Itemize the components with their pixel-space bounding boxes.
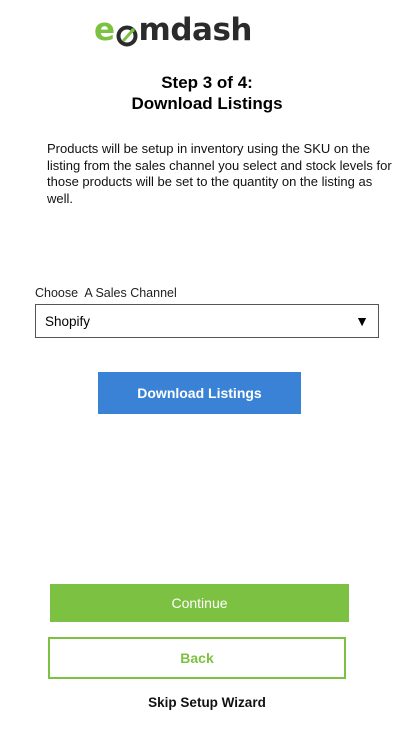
page-title: Step 3 of 4: Download Listings: [0, 72, 414, 114]
skip-setup-wizard-link[interactable]: Skip Setup Wizard: [0, 695, 414, 710]
logo-target-icon: [116, 21, 138, 47]
sales-channel-label: Choose A Sales Channel: [35, 286, 177, 300]
step-title: Download Listings: [131, 94, 283, 113]
continue-button[interactable]: Continue: [50, 584, 349, 622]
sales-channel-selected-value: Shopify: [45, 313, 91, 329]
logo-wordmark-rest: mdash: [138, 12, 253, 48]
sales-channel-select[interactable]: Shopify ▼: [35, 304, 379, 338]
download-listings-button[interactable]: Download Listings: [98, 372, 301, 414]
logo-letter-e: e: [94, 12, 115, 48]
triangle-down-icon: ▼: [355, 313, 369, 329]
step-indicator: Step 3 of 4:: [161, 73, 253, 92]
step-description: Products will be setup in inventory usin…: [47, 141, 392, 206]
ecomdash-logo: e mdash: [94, 12, 253, 48]
back-button[interactable]: Back: [48, 637, 346, 679]
